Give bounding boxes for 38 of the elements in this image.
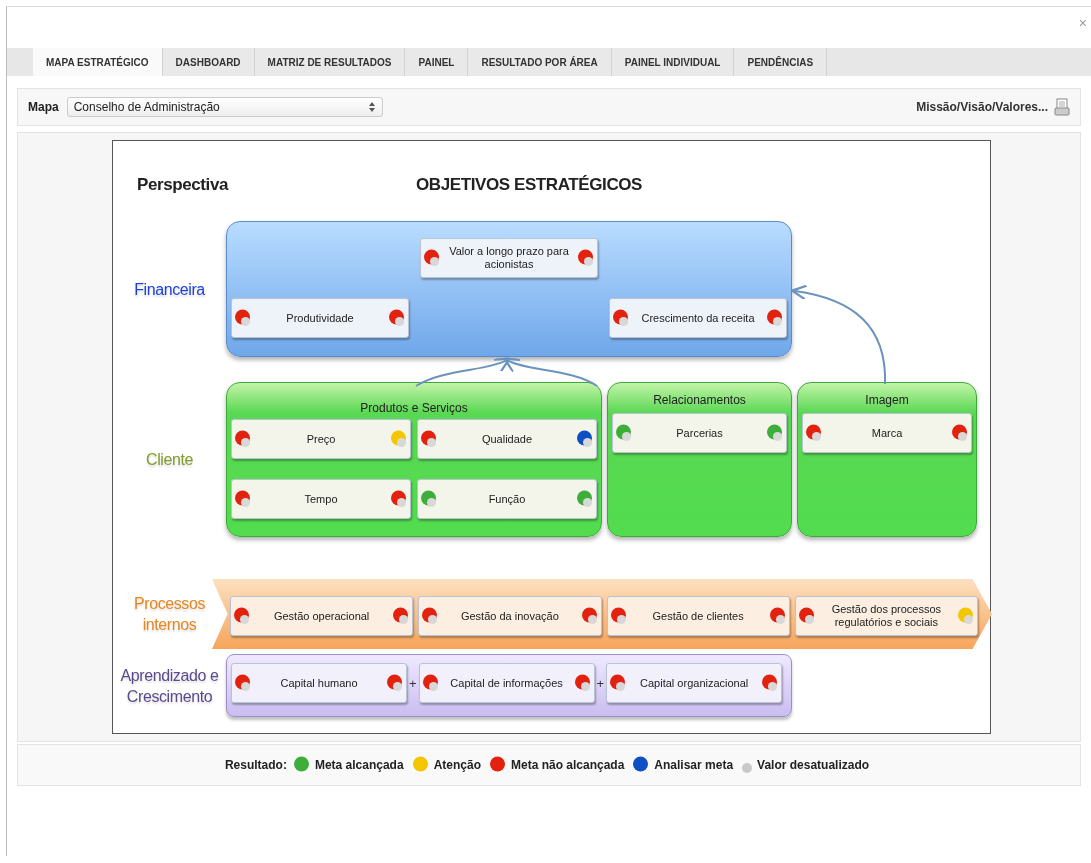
plus-sign: + <box>596 675 605 691</box>
mission-link[interactable]: Missão/Visão/Valores... <box>916 100 1048 114</box>
perspective-label: Cliente <box>145 450 194 470</box>
updown-icon <box>367 101 376 113</box>
objective-card[interactable]: Capital organizacional <box>606 663 783 703</box>
plus-sign: + <box>409 675 417 691</box>
printer-icon[interactable] <box>1054 98 1070 116</box>
legend-text: Meta alcançada <box>314 758 404 772</box>
objective-card[interactable]: Capital humano <box>231 663 407 703</box>
tab[interactable]: MAPA ESTRATÉGICO <box>33 48 163 76</box>
perspective-label: Processos internos <box>132 594 207 635</box>
objective-card[interactable]: Capital de informações <box>418 663 595 703</box>
objective-card[interactable]: Preço <box>231 419 411 459</box>
perspective-label: Aprendizado e Crescimento <box>119 665 220 707</box>
legend-text: Analisar meta <box>654 758 734 772</box>
group-title: Relacionamentos <box>652 393 747 407</box>
objective-card[interactable]: Valor a longo prazo para acionistas <box>420 238 598 278</box>
group-title: Imagem <box>864 393 910 407</box>
objective-card[interactable]: Crescimento da receita <box>609 298 787 338</box>
objective-card[interactable]: Marca <box>802 413 972 453</box>
objective-card[interactable]: Gestão de clientes <box>606 596 790 636</box>
legend-text: Atenção <box>433 758 481 772</box>
objective-card[interactable]: Função <box>417 479 597 519</box>
objective-card[interactable]: Gestão dos processos regulatórios e sociais <box>794 596 978 636</box>
legend-label: Resultado: <box>224 758 287 772</box>
objective-card[interactable]: Gestão da inovação <box>418 596 602 636</box>
objective-card[interactable]: Tempo <box>231 479 411 519</box>
legend-text: Meta não alcançada <box>510 758 625 772</box>
perspective-label: Financeira <box>133 279 206 300</box>
column-heading: OBJETIVOS ESTRATÉGICOS <box>414 175 644 195</box>
map-label: Mapa <box>28 100 59 114</box>
map-select[interactable]: Conselho de Administração <box>66 97 383 117</box>
group-title: Produtos e Serviços <box>359 401 469 415</box>
objective-card[interactable]: Produtividade <box>231 298 409 338</box>
objective-card[interactable]: Qualidade <box>417 419 597 459</box>
legend-text: Valor desatualizado <box>757 758 870 772</box>
objective-card[interactable]: Gestão operacional <box>230 596 414 636</box>
objective-card[interactable]: Parcerias <box>612 413 787 453</box>
